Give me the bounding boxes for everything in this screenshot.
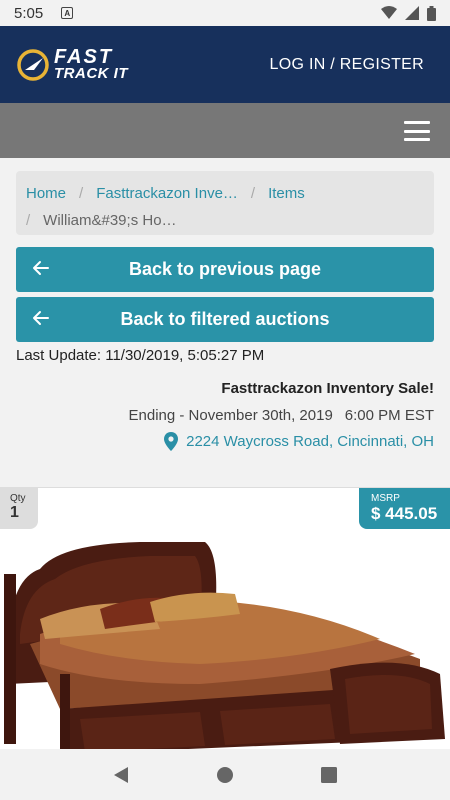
back-to-previous-button[interactable]: Back to previous page [16, 247, 434, 292]
msrp-label: MSRP [371, 493, 400, 504]
android-nav-bar [0, 749, 450, 800]
breadcrumb-separator: / [26, 211, 31, 229]
qty-label: Qty [10, 493, 26, 504]
auction-address: 2224 Waycross Road, Cincinnati, OH [186, 433, 434, 450]
auction-ending: Ending - November 30th, 2019 6:00 PM EST [129, 407, 435, 424]
auction-title: Fasttrackazon Inventory Sale! [221, 380, 434, 397]
breadcrumb-separator: / [250, 184, 256, 202]
status-time: 5:05 [14, 4, 44, 22]
logo-line-2: TRACK IT [54, 64, 128, 82]
breadcrumb: Home / Fasttrackazon Inve… / Items / Wil… [16, 171, 434, 235]
wifi-icon [381, 6, 397, 19]
recents-nav-icon[interactable] [320, 766, 337, 783]
item-image-bed[interactable] [0, 524, 450, 749]
logo-emblem-icon [17, 48, 49, 81]
breadcrumb-current: William&#39;s Ho… [43, 211, 177, 229]
site-header: FAST TRACK IT LOG IN / REGISTER [0, 26, 450, 103]
breadcrumb-separator: / [79, 184, 84, 202]
arrow-left-icon [33, 311, 49, 325]
back-to-filtered-button[interactable]: Back to filtered auctions [16, 297, 434, 342]
item-card[interactable]: Qty 1 MSRP $ 445.05 [0, 487, 450, 749]
status-bar: 5:05 A [0, 0, 450, 26]
auction-address-link[interactable]: 2224 Waycross Road, Cincinnati, OH [164, 432, 434, 451]
login-register-link[interactable]: LOG IN / REGISTER [270, 56, 424, 74]
back-nav-icon[interactable] [113, 766, 129, 784]
breadcrumb-auction[interactable]: Fasttrackazon Inve… [96, 185, 238, 202]
battery-icon [427, 5, 436, 21]
last-update-text: Last Update: 11/30/2019, 5:05:27 PM [16, 347, 265, 364]
breadcrumb-items[interactable]: Items [268, 185, 305, 202]
back-to-previous-label: Back to previous page [128, 259, 322, 279]
signal-icon [405, 6, 419, 20]
msrp-badge: MSRP $ 445.05 [359, 488, 450, 529]
arrow-left-icon [33, 261, 49, 275]
notification-icon: A [61, 7, 74, 19]
ending-date: Ending - November 30th, 2019 [128, 407, 333, 424]
sub-nav-bar [0, 103, 450, 158]
msrp-value: $ 445.05 [371, 504, 438, 523]
fast-track-it-logo[interactable]: FAST TRACK IT [16, 47, 128, 82]
breadcrumb-home[interactable]: Home [26, 185, 66, 202]
qty-value: 1 [10, 504, 19, 521]
menu-icon[interactable] [404, 121, 430, 141]
location-pin-icon [164, 432, 179, 451]
ending-time: 6:00 PM EST [344, 407, 434, 424]
back-to-filtered-label: Back to filtered auctions [120, 309, 330, 329]
home-nav-icon[interactable] [216, 766, 234, 784]
qty-badge: Qty 1 [0, 488, 38, 529]
